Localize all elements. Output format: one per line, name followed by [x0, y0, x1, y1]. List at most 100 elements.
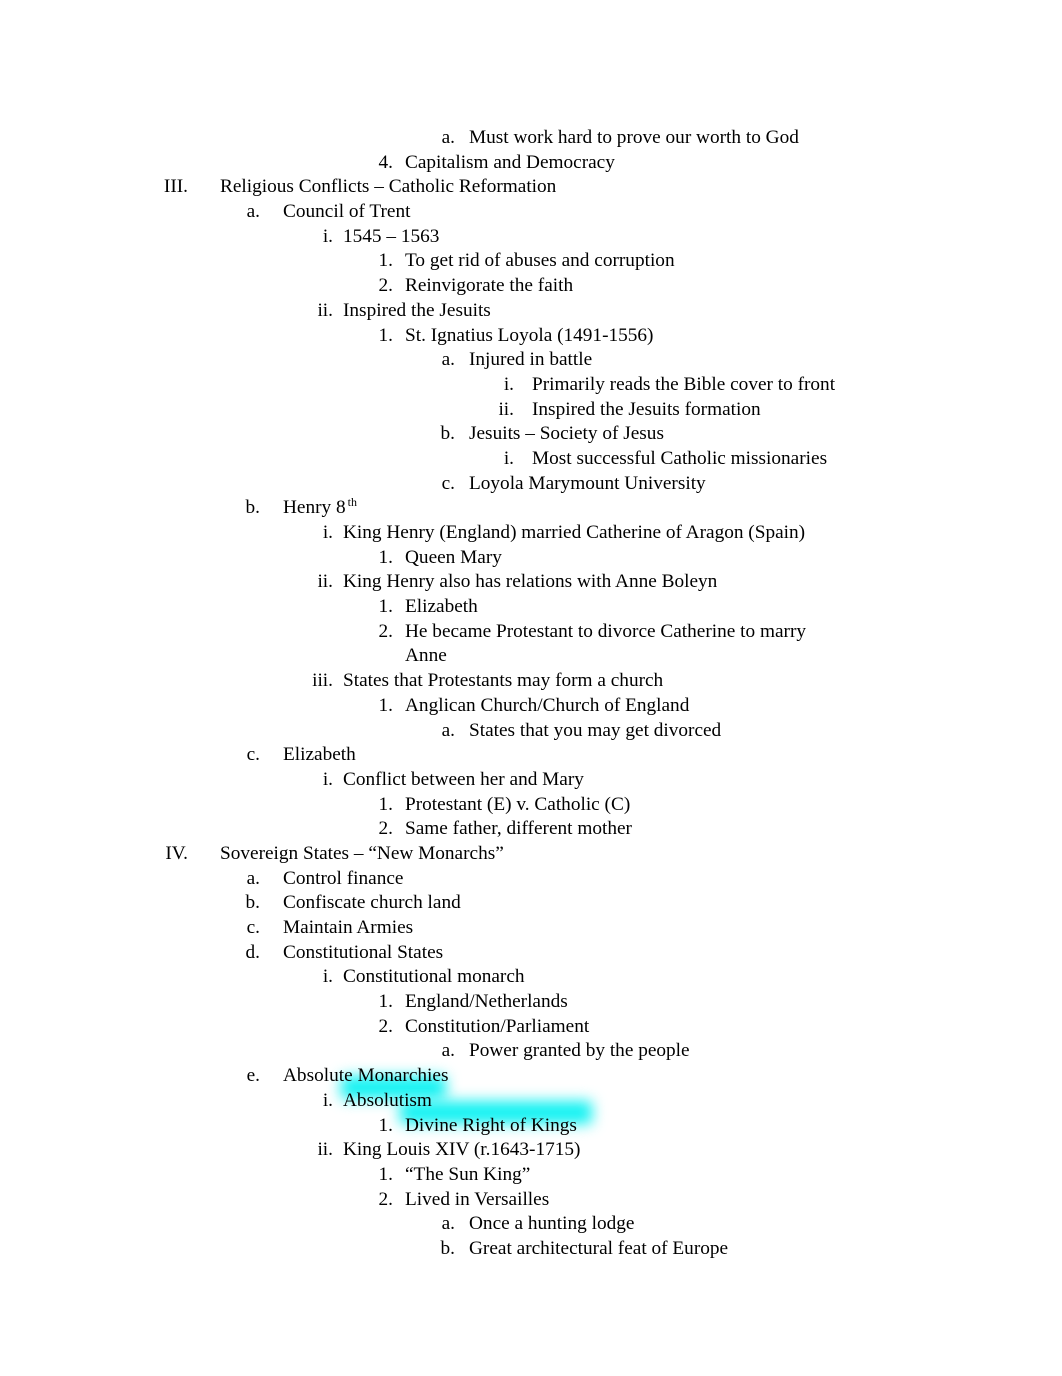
outline-line: 1. “The Sun King”	[0, 1163, 1062, 1188]
outline-marker: ii.	[317, 571, 333, 593]
outline-text: Most successful Catholic missionaries	[532, 447, 828, 469]
outline-line: a. Control finance	[0, 867, 1062, 892]
outline-marker: i.	[503, 447, 514, 469]
outline-line: 2. Lived in Versailles	[0, 1188, 1062, 1213]
outline-text: Control finance	[283, 867, 404, 889]
outline-marker: b.	[440, 423, 455, 445]
outline-line: 1. England/Netherlands	[0, 990, 1062, 1015]
outline-text: Lived in Versailles	[405, 1188, 550, 1210]
outline-text: Great architectural feat of Europe	[469, 1237, 729, 1259]
outline-line: 2. Reinvigorate the faith	[0, 274, 1062, 299]
outline-line: a. Must work hard to prove our worth to G…	[0, 126, 1062, 151]
outline-line: iii. States that Protestants may form a c…	[0, 669, 1062, 694]
outline-text: Reinvigorate the faith	[405, 275, 574, 297]
outline-line: Anne	[0, 644, 1062, 669]
outline-marker: i.	[322, 225, 333, 247]
outline-line: c. Loyola Marymount University	[0, 472, 1062, 497]
outline-text: “The Sun King”	[405, 1163, 531, 1185]
outline-marker: b.	[245, 892, 260, 914]
outline-line: IV. Sovereign States – “New Monarchs”	[0, 842, 1062, 867]
outline-text: Inspired the Jesuits formation	[532, 398, 761, 420]
outline-text: Maintain Armies	[283, 917, 414, 938]
outline-line: 2. He became Protestant to divorce Cather…	[0, 620, 1062, 645]
outline-marker: a.	[246, 867, 260, 889]
outline-line: i. Absolutism	[0, 1089, 1062, 1114]
outline-text: Constitution/Parliament	[405, 1015, 590, 1037]
outline-line: 1. Queen Mary	[0, 546, 1062, 571]
outline-line: b. Confiscate church land	[0, 891, 1062, 916]
outline-marker: c.	[441, 472, 455, 494]
outline-marker: 4.	[378, 151, 393, 173]
outline-text: Primarily reads the Bible cover to front	[532, 373, 836, 395]
outline-marker: i.	[322, 966, 333, 988]
outline-marker: 2.	[378, 818, 393, 840]
outline-line: c. Maintain Armies	[0, 916, 1062, 941]
outline-line: 1. St. Ignatius Loyola (1491-1556)	[0, 324, 1062, 349]
outline-text: Constitutional States	[283, 941, 444, 963]
outline-marker: 1.	[378, 793, 393, 815]
outline-text: Elizabeth	[283, 744, 356, 766]
outline-text: States that you may get divorced	[469, 719, 722, 741]
outline-marker: a.	[441, 1040, 455, 1062]
outline-text: Anglican Church/Church of England	[405, 694, 690, 716]
outline-marker: i.	[322, 1089, 333, 1111]
outline-line: 1. To get rid of abuses and corruption	[0, 249, 1062, 274]
outline-text: Inspired the Jesuits	[343, 299, 491, 321]
outline-line: i. Most successful Catholic missionaries	[0, 447, 1062, 472]
outline-text: Anne	[405, 645, 447, 667]
outline-text: Queen Mary	[405, 546, 502, 568]
outline-text: Capitalism and Democracy	[405, 151, 615, 173]
document-page: a. Must work hard to prove our worth to G…	[0, 0, 1062, 1376]
outline-marker: e.	[246, 1065, 260, 1087]
outline-text: Injured in battle	[469, 349, 593, 371]
outline-marker: i.	[503, 373, 514, 395]
outline-marker: c.	[246, 917, 260, 938]
outline-line: a. States that you may get divorced	[0, 719, 1062, 744]
outline-text: King Henry (England) married Catherine o…	[343, 522, 806, 543]
outline-text: States that Protestants may form a churc…	[343, 670, 664, 692]
outline-marker: 1.	[378, 596, 393, 618]
outline-marker: IV.	[165, 842, 188, 864]
outline-text: Henry 8th	[283, 494, 357, 519]
outline-line: b. Jesuits – Society of Jesus	[0, 422, 1062, 447]
outline-line: b. Great architectural feat of Europe	[0, 1237, 1062, 1262]
outline-marker: 1.	[378, 250, 393, 272]
outline-marker: c.	[246, 744, 260, 766]
outline-marker: 2.	[378, 1188, 393, 1210]
outline-line: ii. King Louis XIV (r.1643-1715)	[0, 1138, 1062, 1163]
outline-text: Religious Conflicts – Catholic Reformati…	[220, 176, 557, 198]
outline-line: c. Elizabeth	[0, 743, 1062, 768]
outline-text: Power granted by the people	[469, 1040, 690, 1062]
outline-marker: d.	[245, 941, 260, 963]
outline-text: 1545 – 1563	[343, 225, 440, 247]
outline-line: 4. Capitalism and Democracy	[0, 151, 1062, 176]
outline-line: ii. Inspired the Jesuits formation	[0, 398, 1062, 423]
outline-line: a. Power granted by the people	[0, 1039, 1062, 1064]
outline-body: a. Must work hard to prove our worth to G…	[0, 0, 1062, 1262]
outline-marker: ii.	[317, 299, 333, 321]
outline-line: e. Absolute Monarchies	[0, 1064, 1062, 1089]
outline-line: 1. Divine Right of Kings	[0, 1114, 1062, 1139]
outline-text: Conflict between her and Mary	[343, 768, 584, 790]
outline-line: i. Conflict between her and Mary	[0, 768, 1062, 793]
outline-marker: 1.	[378, 1163, 393, 1185]
outline-text: King Henry also has relations with Anne …	[343, 571, 718, 593]
outline-marker: III.	[163, 176, 188, 198]
outline-marker: ii.	[498, 398, 514, 420]
outline-marker: b.	[245, 497, 260, 519]
outline-line: d. Constitutional States	[0, 941, 1062, 966]
outline-text-highlighted: Absolutism	[343, 1089, 432, 1111]
outline-text: Protestant (E) v. Catholic (C)	[405, 793, 631, 815]
outline-line: III. Religious Conflicts – Catholic Refor…	[0, 175, 1062, 200]
outline-line: 1. Anglican Church/Church of England	[0, 694, 1062, 719]
outline-text: Once a hunting lodge	[469, 1213, 635, 1235]
outline-marker: 2.	[378, 1015, 393, 1037]
outline-line: ii. King Henry also has relations with An…	[0, 570, 1062, 595]
outline-marker: 2.	[378, 620, 393, 642]
outline-marker: 1.	[378, 694, 393, 716]
outline-marker: 1.	[378, 1114, 393, 1136]
outline-marker: i.	[322, 522, 333, 543]
outline-line: 2. Constitution/Parliament	[0, 1015, 1062, 1040]
outline-marker: i.	[322, 768, 333, 790]
ordinal-superscript: th	[347, 494, 357, 509]
